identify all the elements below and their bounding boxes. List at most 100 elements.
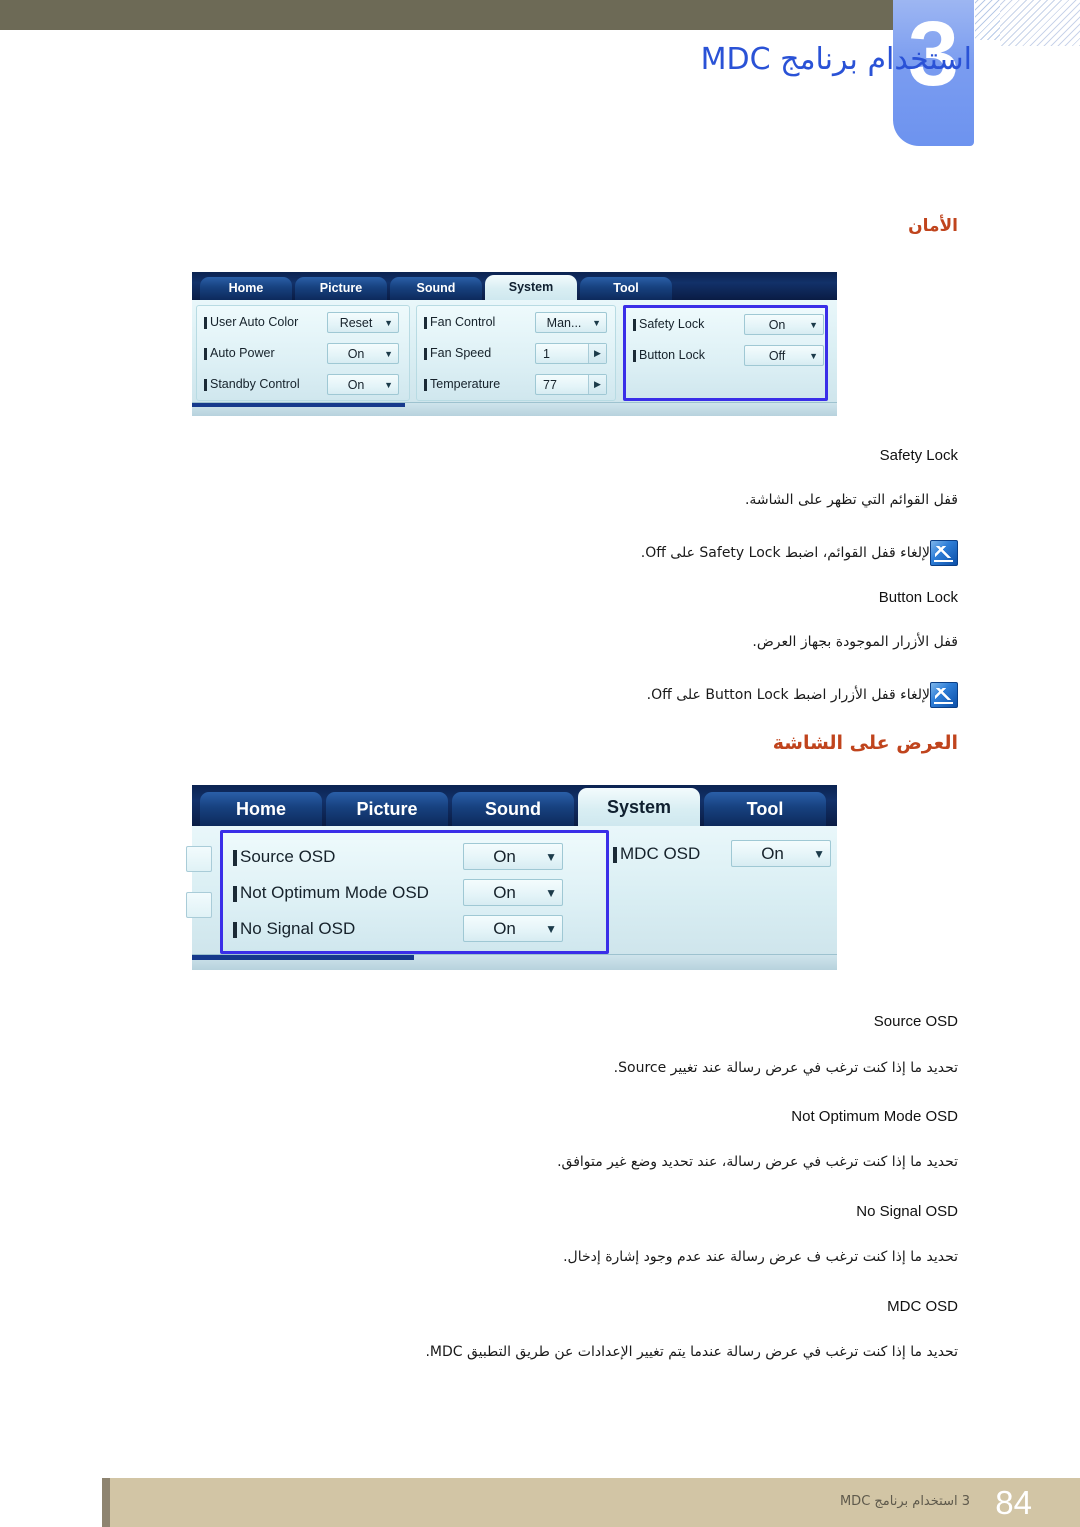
tab-tool[interactable]: Tool [580,277,672,300]
page-number: 84 [995,1484,1032,1521]
cutoff-left-column [186,830,220,954]
tab-picture-label: Picture [356,799,418,819]
tab-system[interactable]: System [578,788,700,826]
mdc-tabbar: Home Picture Sound System Tool [192,785,837,826]
section-heading-security: الأمان [908,216,958,236]
setting-label-no-signal-osd: No Signal OSD [233,919,355,939]
tab-system-label: System [606,797,672,817]
bullet-bar-icon [424,378,427,391]
osd-group-divider [568,833,608,951]
mdc-footer-accent [192,955,414,960]
setting-label-auto-power: Auto Power [204,346,275,360]
chapter-title: استخدام برنامج MDC [700,42,972,77]
chevron-right-icon[interactable]: ▶ [588,375,606,394]
setting-label-user-auto-color: User Auto Color [204,315,298,329]
tab-picture-label: Picture [319,281,363,295]
mdc-body: Source OSD On ▼ Not Optimum Mode OSD On … [186,826,837,954]
bullet-bar-icon [204,347,207,360]
partial-dropdown-stub [186,846,212,872]
note-safety-lock: لإلغاء قفل القوائم، اضبط Safety Lock على… [617,540,958,566]
note-button-lock: لإلغاء قفل الأزرار اضبط Button Lock على … [623,682,958,708]
spinner-temperature[interactable]: 77 ▶ [535,374,607,395]
tab-home-label: Home [235,799,286,819]
settings-group-mdc-osd: MDC OSD On ▼ [611,830,831,954]
desc-no-signal-osd: تحديد ما إذا كنت ترغب ف عرض رسالة عند عد… [563,1249,958,1265]
setting-row-source-osd: Source OSD [233,847,335,867]
tab-sound-label: Sound [416,281,456,295]
tab-sound-label: Sound [485,799,541,819]
setting-label-standby-control: Standby Control [204,377,300,391]
term-not-optimum-mode-osd: Not Optimum Mode OSD [791,1108,958,1125]
setting-label-button-lock: Button Lock [633,348,705,362]
dropdown-value: On [347,346,365,361]
spinner-value: 77 [543,377,557,392]
mdc-tabbar: Home Picture Sound System Tool [192,272,837,300]
setting-row-temperature: Temperature [424,377,500,391]
chevron-down-icon: ▼ [384,348,393,359]
dropdown-value: On [493,846,516,866]
setting-row-mdc-osd: MDC OSD [613,844,700,864]
desc-not-optimum-mode-osd: تحديد ما إذا كنت ترغب في عرض رسالة، عند … [557,1154,958,1170]
mdc-panel-footer [192,402,837,416]
dropdown-safety-lock[interactable]: On ▼ [744,314,824,335]
dropdown-no-signal-osd[interactable]: On ▼ [463,915,563,942]
bullet-bar-icon [633,349,636,362]
tab-system-label: System [508,280,554,294]
dropdown-value: On [347,377,365,392]
bullet-bar-icon [613,846,617,863]
chevron-right-icon[interactable]: ▶ [588,344,606,363]
term-button-lock: Button Lock [878,589,958,606]
dropdown-button-lock[interactable]: Off ▼ [744,345,824,366]
dropdown-value: On [761,843,784,863]
mdc-screenshot-osd: Home Picture Sound System Tool Source OS… [186,785,837,970]
dropdown-value: On [493,918,516,938]
dropdown-fan-control[interactable]: Man... ▼ [535,312,607,333]
tab-sound[interactable]: Sound [390,277,482,300]
tab-home[interactable]: Home [200,792,322,826]
dropdown-source-osd[interactable]: On ▼ [463,843,563,870]
setting-label-temperature: Temperature [424,377,500,391]
tab-picture[interactable]: Picture [295,277,387,300]
tab-sound[interactable]: Sound [452,792,574,826]
spinner-fan-speed[interactable]: 1 ▶ [535,343,607,364]
dropdown-not-optimum-mode-osd[interactable]: On ▼ [463,879,563,906]
section-heading-osd: العرض على الشاشة [772,732,958,754]
desc-source-osd: تحديد ما إذا كنت ترغب في عرض رسالة عند ت… [613,1060,958,1076]
desc-safety-lock: قفل القوائم التي تظهر على الشاشة. [744,492,958,508]
tab-picture[interactable]: Picture [326,792,448,826]
setting-label-not-optimum-mode-osd: Not Optimum Mode OSD [233,883,429,903]
mdc-footer-accent [192,403,405,407]
settings-group-fan: Fan Control Man... ▼ Fan Speed 1 ▶ Tempe… [416,305,616,401]
chevron-down-icon: ▼ [545,885,557,900]
tab-tool-label: Tool [746,799,784,819]
setting-row-standby-control: Standby Control [204,377,300,391]
dropdown-standby-control[interactable]: On ▼ [327,374,399,395]
mdc-screenshot-security: Home Picture Sound System Tool User Auto… [192,272,837,416]
tab-home[interactable]: Home [200,277,292,300]
dropdown-auto-power[interactable]: On ▼ [327,343,399,364]
dropdown-mdc-osd[interactable]: On ▼ [731,840,831,867]
chevron-down-icon: ▼ [592,317,601,328]
chevron-down-icon: ▼ [809,350,818,361]
dropdown-value: On [768,317,786,332]
bullet-bar-icon [233,885,237,902]
footer-chapter-label: 3 استخدام برنامج MDC [839,1494,970,1509]
setting-label-safety-lock: Safety Lock [633,317,704,331]
chevron-down-icon: ▼ [384,379,393,390]
settings-group-lock-highlighted: Safety Lock On ▼ Button Lock Off ▼ [623,305,828,401]
setting-row-no-signal-osd: No Signal OSD [233,919,355,939]
bullet-bar-icon [204,378,207,391]
term-safety-lock: Safety Lock [879,447,958,464]
dropdown-user-auto-color[interactable]: Reset ▼ [327,312,399,333]
tab-home-label: Home [228,281,264,295]
mdc-panel-footer [192,954,837,970]
tab-tool[interactable]: Tool [704,792,826,826]
bullet-bar-icon [233,849,237,866]
tab-system[interactable]: System [485,275,577,300]
chevron-down-icon: ▼ [545,849,557,864]
term-source-osd: Source OSD [873,1013,958,1030]
mdc-body: User Auto Color Reset ▼ Auto Power On ▼ … [192,300,837,402]
bullet-bar-icon [633,318,636,331]
page-header: 3 استخدام برنامج MDC [0,0,1080,148]
note-pen-icon [930,540,958,566]
